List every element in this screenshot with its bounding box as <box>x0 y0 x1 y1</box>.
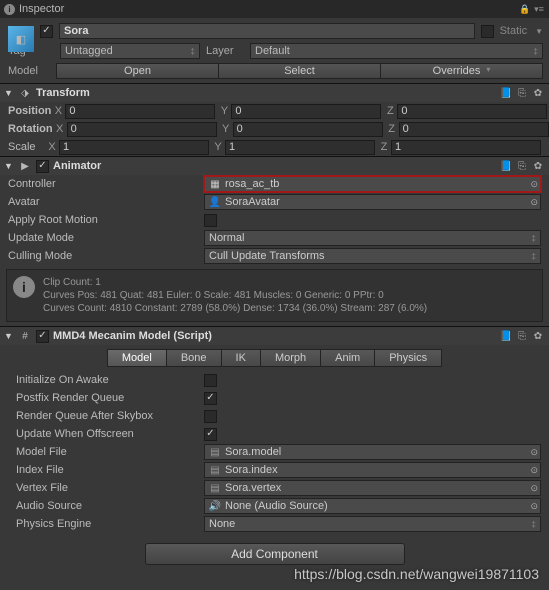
preset-icon[interactable]: ⎘ <box>515 329 529 343</box>
layer-dropdown[interactable]: Default‡ <box>250 43 543 59</box>
tab-anim[interactable]: Anim <box>321 349 375 367</box>
position-label: Position <box>8 105 51 117</box>
tag-dropdown[interactable]: Untagged‡ <box>60 43 200 59</box>
object-picker-icon[interactable]: ⊙ <box>530 179 538 190</box>
update-offscreen-checkbox[interactable] <box>204 428 217 441</box>
foldout-icon[interactable]: ▼ <box>4 161 14 171</box>
scale-label: Scale <box>8 141 45 153</box>
index-file-label: Index File <box>8 464 204 476</box>
model-select-button[interactable]: Select <box>219 63 381 79</box>
inspector-title: Inspector <box>19 3 64 15</box>
rotation-x-input[interactable] <box>67 122 217 137</box>
vertex-file-field[interactable]: ▤Sora.vertex⊙ <box>204 480 541 496</box>
animator-info-box: i Clip Count: 1 Curves Pos: 481 Quat: 48… <box>6 269 543 322</box>
transform-icon: ⬗ <box>18 86 32 100</box>
object-picker-icon[interactable]: ⊙ <box>530 483 538 494</box>
tab-physics[interactable]: Physics <box>375 349 442 367</box>
model-open-button[interactable]: Open <box>56 63 219 79</box>
controller-label: Controller <box>8 178 204 190</box>
info-icon: i <box>4 4 15 15</box>
foldout-icon[interactable]: ▼ <box>4 88 14 98</box>
rotation-label: Rotation <box>8 123 53 135</box>
gear-icon[interactable]: ✿ <box>531 86 545 100</box>
object-picker-icon[interactable]: ⊙ <box>530 501 538 512</box>
audio-icon: 🔊 <box>209 500 221 512</box>
position-z-input[interactable] <box>397 104 547 119</box>
object-picker-icon[interactable]: ⊙ <box>530 465 538 476</box>
update-offscreen-label: Update When Offscreen <box>8 428 204 440</box>
update-mode-dropdown[interactable]: Normal‡ <box>204 230 541 246</box>
tab-ik[interactable]: IK <box>222 349 261 367</box>
model-overrides-button[interactable]: Overrides▾ <box>381 63 543 79</box>
model-file-field[interactable]: ▤Sora.model⊙ <box>204 444 541 460</box>
scale-y-input[interactable] <box>225 140 375 155</box>
foldout-icon[interactable]: ▼ <box>4 331 14 341</box>
docs-icon[interactable]: 📘 <box>499 329 513 343</box>
physics-engine-dropdown[interactable]: None‡ <box>204 516 541 532</box>
scale-z-input[interactable] <box>391 140 541 155</box>
add-component-button[interactable]: Add Component <box>145 543 405 565</box>
scale-x-input[interactable] <box>59 140 209 155</box>
model-file-label: Model File <box>8 446 204 458</box>
rotation-z-input[interactable] <box>399 122 549 137</box>
gear-icon[interactable]: ✿ <box>531 329 545 343</box>
avatar-field[interactable]: 👤 SoraAvatar ⊙ <box>204 194 541 210</box>
gameobject-active-checkbox[interactable] <box>40 25 53 38</box>
preset-icon[interactable]: ⎘ <box>515 86 529 100</box>
mmd-enabled-checkbox[interactable] <box>36 330 49 343</box>
culling-mode-dropdown[interactable]: Cull Update Transforms‡ <box>204 248 541 264</box>
context-menu-icon[interactable]: ▾≡ <box>533 3 545 15</box>
static-checkbox[interactable] <box>481 25 494 38</box>
avatar-label: Avatar <box>8 196 204 208</box>
transform-header[interactable]: ▼ ⬗ Transform 📘 ⎘ ✿ <box>0 84 549 102</box>
culling-mode-label: Culling Mode <box>8 250 204 262</box>
script-icon: # <box>18 329 32 343</box>
file-icon: ▤ <box>209 482 221 494</box>
postfix-render-label: Postfix Render Queue <box>8 392 204 404</box>
file-icon: ▤ <box>209 446 221 458</box>
static-dropdown-arrow[interactable]: ▼ <box>535 27 543 36</box>
animator-icon: ▶ <box>18 159 32 173</box>
object-picker-icon[interactable]: ⊙ <box>530 447 538 458</box>
object-picker-icon[interactable]: ⊙ <box>530 197 538 208</box>
render-skybox-checkbox[interactable] <box>204 410 217 423</box>
update-mode-label: Update Mode <box>8 232 204 244</box>
position-y-input[interactable] <box>231 104 381 119</box>
layer-label: Layer <box>206 45 244 57</box>
audio-source-field[interactable]: 🔊None (Audio Source)⊙ <box>204 498 541 514</box>
apply-root-motion-label: Apply Root Motion <box>8 214 204 226</box>
info-icon: i <box>13 276 35 298</box>
rotation-y-input[interactable] <box>233 122 383 137</box>
tab-morph[interactable]: Morph <box>261 349 321 367</box>
mmd-header[interactable]: ▼ # MMD4 Mecanim Model (Script) 📘 ⎘ ✿ <box>0 327 549 345</box>
index-file-field[interactable]: ▤Sora.index⊙ <box>204 462 541 478</box>
file-icon: ▤ <box>209 464 221 476</box>
avatar-asset-icon: 👤 <box>209 196 221 208</box>
controller-field[interactable]: ▦ rosa_ac_tb ⊙ <box>204 176 541 192</box>
physics-engine-label: Physics Engine <box>8 518 204 530</box>
model-label: Model <box>8 65 56 77</box>
gameobject-name-input[interactable] <box>59 23 475 39</box>
init-awake-label: Initialize On Awake <box>8 374 204 386</box>
audio-source-label: Audio Source <box>8 500 204 512</box>
gear-icon[interactable]: ✿ <box>531 159 545 173</box>
tab-bone[interactable]: Bone <box>167 349 222 367</box>
docs-icon[interactable]: 📘 <box>499 86 513 100</box>
apply-root-motion-checkbox[interactable] <box>204 214 217 227</box>
preset-icon[interactable]: ⎘ <box>515 159 529 173</box>
lock-icon[interactable]: 🔒 <box>519 3 531 15</box>
render-skybox-label: Render Queue After Skybox <box>8 410 204 422</box>
docs-icon[interactable]: 📘 <box>499 159 513 173</box>
postfix-render-checkbox[interactable] <box>204 392 217 405</box>
init-awake-checkbox[interactable] <box>204 374 217 387</box>
animator-header[interactable]: ▼ ▶ Animator 📘 ⎘ ✿ <box>0 157 549 175</box>
gameobject-icon[interactable]: ◧ <box>4 22 38 56</box>
position-x-input[interactable] <box>65 104 215 119</box>
vertex-file-label: Vertex File <box>8 482 204 494</box>
animator-enabled-checkbox[interactable] <box>36 160 49 173</box>
controller-asset-icon: ▦ <box>209 178 221 190</box>
inspector-titlebar: i Inspector 🔒 ▾≡ <box>0 0 549 18</box>
static-label: Static <box>500 25 528 37</box>
tab-model[interactable]: Model <box>107 349 167 367</box>
